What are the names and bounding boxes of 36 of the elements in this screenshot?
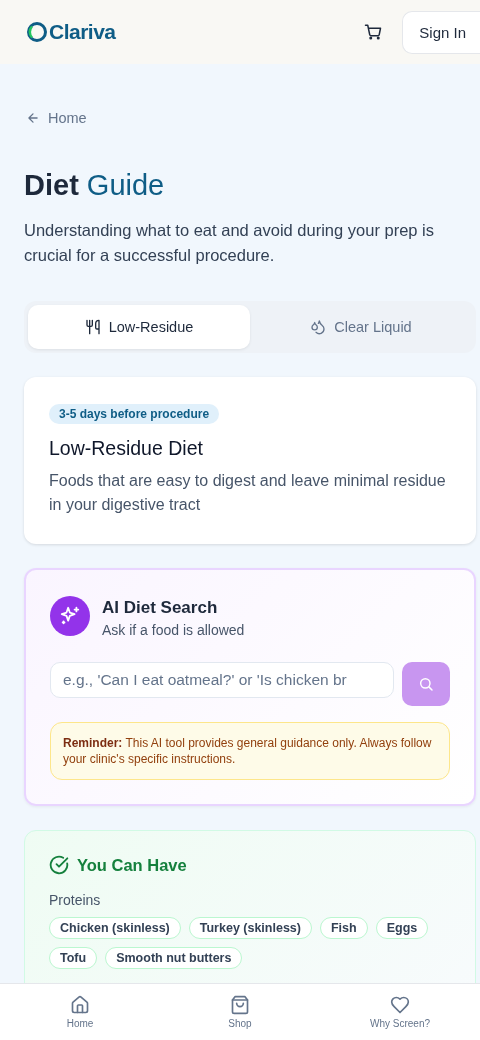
- search-icon: [418, 676, 434, 692]
- heart-icon: [390, 995, 410, 1015]
- page-title: Diet Guide: [24, 168, 166, 203]
- logo-text[interactable]: Clariva: [49, 20, 116, 44]
- back-link[interactable]: Home: [48, 110, 87, 126]
- utensils-icon: [84, 319, 101, 335]
- diet-tab[interactable]: Low-Residue: [28, 305, 250, 349]
- diet-tab[interactable]: Clear Liquid: [250, 305, 472, 349]
- reminder-note: Reminder: This AI tool provides general guidance only. Always follow your clinic's specific instructions.: [50, 722, 450, 780]
- nav-item[interactable]: Home: [0, 984, 160, 1040]
- shopping-bag-icon: [230, 995, 250, 1015]
- food-tag: Smooth nut butters: [105, 947, 243, 969]
- food-tag: Turkey (skinless): [188, 917, 312, 939]
- diet-heading: Low-Residue Diet: [49, 437, 204, 460]
- sign-in-button[interactable]: Sign In: [402, 10, 480, 54]
- food-tag: Chicken (skinless): [49, 917, 181, 939]
- back-arrow-icon: [26, 111, 40, 125]
- check-circle-icon: [49, 855, 69, 875]
- droplets-icon: [310, 319, 327, 335]
- food-tag: Eggs: [375, 917, 429, 939]
- nav-item[interactable]: Shop: [160, 984, 320, 1040]
- food-group-label: Proteins: [49, 892, 102, 908]
- search-field[interactable]: e.g., 'Can I eat oatmeal?' or 'Is chicken br: [50, 662, 394, 698]
- timing-badge: 3-5 days before procedure: [49, 404, 220, 424]
- food-tag: Fish: [319, 917, 368, 939]
- sparkles-icon: [59, 605, 81, 627]
- cart-icon[interactable]: [364, 23, 383, 41]
- page-subtitle: Understanding what to eat and avoid during your prep is crucial for a successful procedure.: [24, 220, 435, 266]
- nav-item[interactable]: Why Screen?: [320, 984, 480, 1040]
- allowed-heading: You Can Have: [77, 855, 187, 875]
- diet-description: Foods that are easy to digest and leave minimal residue in your digestive tract: [49, 471, 447, 515]
- home-icon: [70, 995, 90, 1015]
- food-tag: Tofu: [49, 947, 98, 969]
- ai-search-subheading: Ask if a food is allowed: [102, 622, 245, 638]
- ai-search-heading: AI Diet Search: [102, 598, 219, 618]
- logo-icon: [26, 21, 48, 43]
